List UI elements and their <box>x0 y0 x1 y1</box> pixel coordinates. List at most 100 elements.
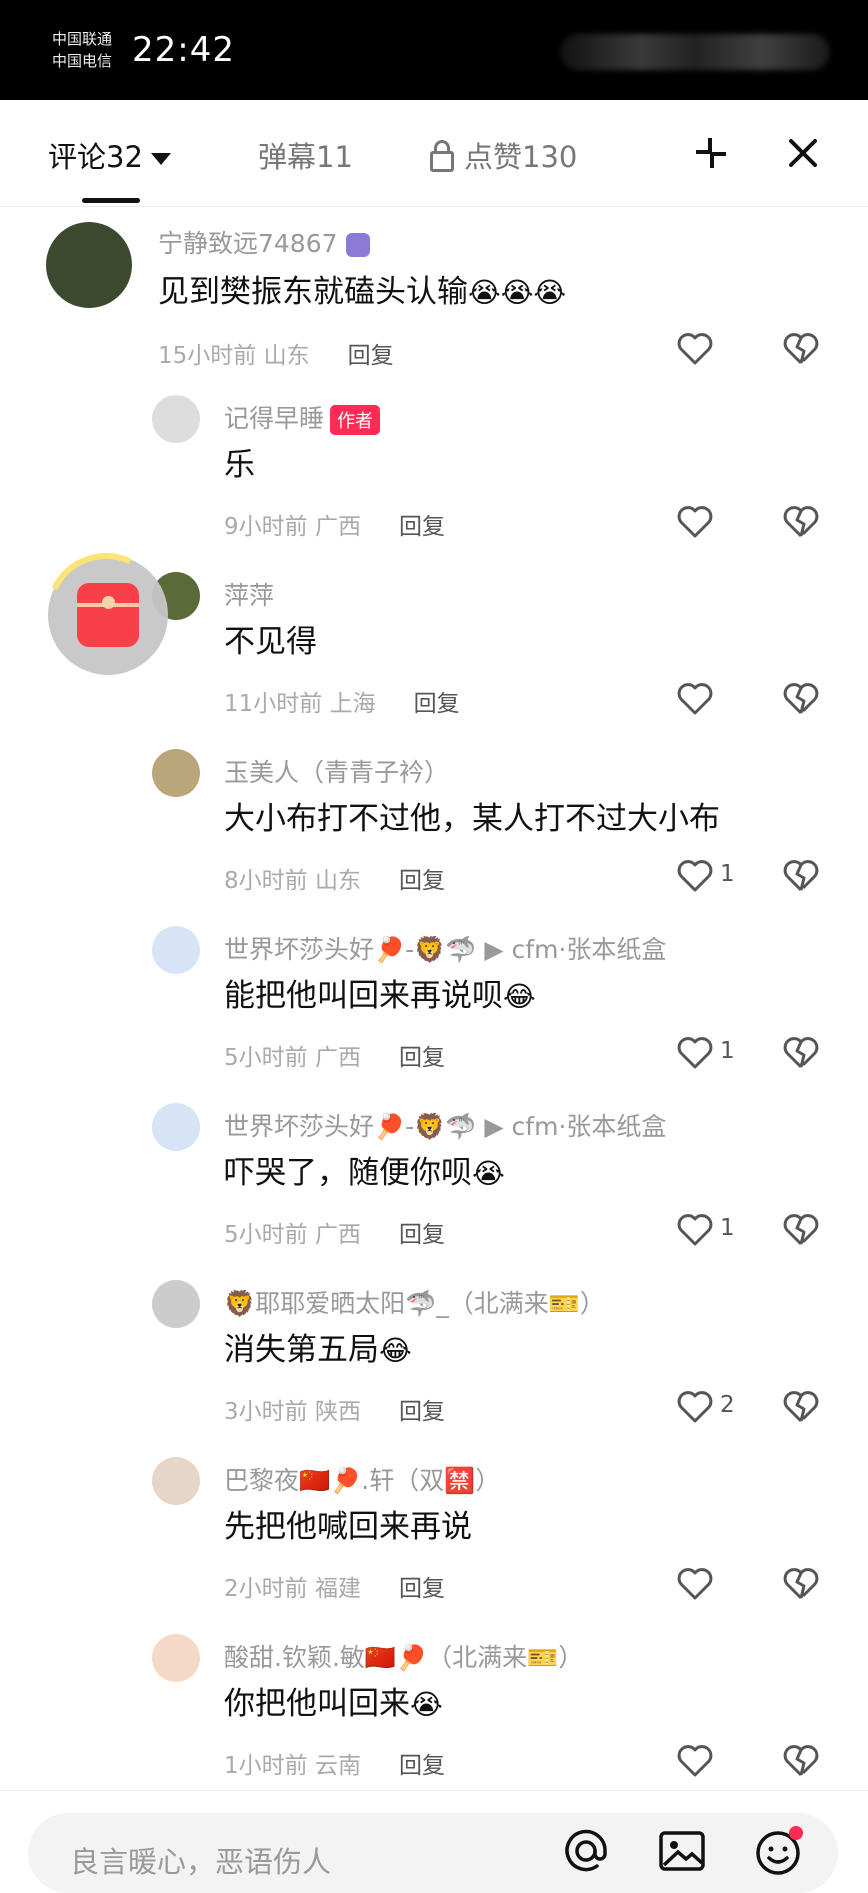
comment-location: 山东 <box>263 343 310 369</box>
avatar[interactable] <box>152 395 200 443</box>
avatar[interactable] <box>152 749 200 797</box>
reply-button[interactable]: 回复 <box>399 868 445 894</box>
heart-icon[interactable] <box>676 1211 714 1249</box>
red-packet-float-button[interactable] <box>29 536 183 690</box>
reply-item[interactable]: 世界坏莎头好🏓-🦁🦈 ▶ cfm·张本纸盒 吓哭了，随便你呗😭 5小时前 广西 回复 1 <box>0 1095 868 1272</box>
comment-emoji: 😂 <box>503 980 536 1013</box>
heart-icon[interactable] <box>676 330 714 368</box>
reply-item[interactable]: 🦁耶耶爱晒太阳🦈_（北满来🎫） 消失第五局😂 3小时前 陕西 回复 2 <box>0 1272 868 1449</box>
heart-icon[interactable] <box>676 1742 714 1780</box>
like-count: 1 <box>720 1038 735 1064</box>
broken-heart-icon[interactable] <box>782 1565 820 1603</box>
comment-meta: 5小时前 广西 回复 <box>224 1038 445 1072</box>
reply-button[interactable]: 回复 <box>399 514 445 540</box>
comment-username[interactable]: 宁静致远74867 <box>158 224 370 260</box>
tab-comments-label: 评论32 <box>48 140 143 174</box>
comment-meta: 9小时前 广西 回复 <box>224 507 445 541</box>
avatar[interactable] <box>152 926 200 974</box>
broken-heart-icon[interactable] <box>782 1034 820 1072</box>
reply-button[interactable]: 回复 <box>399 1576 445 1602</box>
comment-emoji: 😭 <box>410 1688 443 1721</box>
mention-icon[interactable] <box>560 1825 612 1877</box>
broken-heart-icon[interactable] <box>782 503 820 541</box>
comment-emoji: 😭 <box>472 1157 505 1190</box>
reply-button[interactable]: 回复 <box>348 343 394 369</box>
reply-button[interactable]: 回复 <box>414 691 460 717</box>
username-text: 玉美人（青青子衿） <box>224 758 450 787</box>
username-text: 宁静致远74867 <box>158 229 338 258</box>
reply-button[interactable]: 回复 <box>399 1399 445 1425</box>
coin-icon <box>102 596 115 609</box>
tab-comments[interactable]: 评论32 <box>48 134 171 176</box>
heart-icon[interactable] <box>676 857 714 895</box>
close-icon[interactable] <box>778 128 828 178</box>
reply-item[interactable]: 巴黎夜🇨🇳🏓.轩（双🈲） 先把他喊回来再说 2小时前 福建 回复 <box>0 1449 868 1626</box>
comment-meta: 3小时前 陕西 回复 <box>224 1392 445 1426</box>
avatar[interactable] <box>152 1457 200 1505</box>
avatar[interactable] <box>152 1103 200 1151</box>
comment-location: 广西 <box>314 1045 361 1071</box>
comment-body: 大小布打不过他，某人打不过大小布 <box>224 801 720 837</box>
broken-heart-icon[interactable] <box>782 1211 820 1249</box>
comment-username[interactable]: 玉美人（青青子衿） <box>224 753 449 789</box>
avatar[interactable] <box>152 1634 200 1682</box>
reply-button[interactable]: 回复 <box>399 1222 445 1248</box>
comment-username[interactable]: 萍萍 <box>224 576 274 612</box>
comment-text: 消失第五局😂 <box>224 1324 412 1369</box>
broken-heart-icon[interactable] <box>782 330 820 368</box>
heart-icon[interactable] <box>676 1565 714 1603</box>
comment-time: 1小时前 <box>224 1753 308 1779</box>
heart-icon[interactable] <box>676 1034 714 1072</box>
comment-body: 乐 <box>224 447 255 483</box>
emoji-icon[interactable] <box>752 1825 804 1877</box>
reply-button[interactable]: 回复 <box>399 1753 445 1779</box>
active-tab-indicator <box>82 198 140 203</box>
collapse-icon[interactable] <box>686 128 736 178</box>
heart-icon[interactable] <box>676 503 714 541</box>
tab-danmaku-label: 弹幕11 <box>258 140 353 174</box>
username-text: 酸甜.钦颖.敏🇨🇳🏓（北满来🎫） <box>224 1643 584 1672</box>
comment-body: 消失第五局 <box>224 1332 379 1368</box>
comment-username[interactable]: 世界坏莎头好🏓-🦁🦈 ▶ cfm·张本纸盒 <box>224 1107 666 1143</box>
reply-item[interactable]: 酸甜.钦颖.敏🇨🇳🏓（北满来🎫） 你把他叫回来😭 1小时前 云南 回复 <box>0 1626 868 1803</box>
comment-time: 3小时前 <box>224 1399 308 1425</box>
username-text: 世界坏莎头好🏓-🦁🦈 ▶ cfm·张本纸盒 <box>224 1112 667 1141</box>
comment-username[interactable]: 记得早睡 作者 <box>224 399 381 435</box>
comment-location: 广西 <box>314 514 361 540</box>
broken-heart-icon[interactable] <box>782 1742 820 1780</box>
comment-item[interactable]: 宁静致远74867 见到樊振东就磕头认输😭😭😭 15小时前 山东 回复 <box>0 210 868 387</box>
comment-body: 你把他叫回来 <box>224 1686 410 1722</box>
comment-text: 吓哭了，随便你呗😭 <box>224 1147 505 1192</box>
comment-location: 上海 <box>329 691 376 717</box>
tab-likes[interactable]: 点赞130 <box>430 134 577 176</box>
like-count: 2 <box>720 1392 735 1418</box>
comment-emoji: 😂 <box>379 1334 412 1367</box>
comment-body: 吓哭了，随便你呗 <box>224 1155 472 1191</box>
avatar[interactable] <box>152 1280 200 1328</box>
comment-body: 能把他叫回来再说呗 <box>224 978 503 1014</box>
reply-item[interactable]: 玉美人（青青子衿） 大小布打不过他，某人打不过大小布 8小时前 山东 回复 1 <box>0 741 868 918</box>
username-text: 🦁耶耶爱晒太阳🦈_（北满来🎫） <box>224 1289 605 1318</box>
heart-icon[interactable] <box>676 680 714 718</box>
lock-icon <box>430 139 454 172</box>
comment-username[interactable]: 世界坏莎头好🏓-🦁🦈 ▶ cfm·张本纸盒 <box>224 930 666 966</box>
comment-text: 乐 <box>224 439 255 484</box>
comment-time: 15小时前 <box>158 343 257 369</box>
broken-heart-icon[interactable] <box>782 680 820 718</box>
comment-username[interactable]: 酸甜.钦颖.敏🇨🇳🏓（北满来🎫） <box>224 1638 583 1674</box>
comment-username[interactable]: 🦁耶耶爱晒太阳🦈_（北满来🎫） <box>224 1284 605 1320</box>
broken-heart-icon[interactable] <box>782 857 820 895</box>
avatar[interactable] <box>46 222 132 308</box>
image-icon[interactable] <box>656 1825 708 1877</box>
heart-icon[interactable] <box>676 1388 714 1426</box>
clock: 22:42 <box>132 30 235 70</box>
reply-item[interactable]: 记得早睡 作者乐 9小时前 广西 回复 <box>0 387 868 564</box>
comment-time: 5小时前 <box>224 1045 308 1071</box>
tab-danmaku[interactable]: 弹幕11 <box>258 134 353 176</box>
comment-meta: 11小时前 上海 回复 <box>224 684 460 718</box>
reply-item[interactable]: 世界坏莎头好🏓-🦁🦈 ▶ cfm·张本纸盒 能把他叫回来再说呗😂 5小时前 广西 回复… <box>0 918 868 1095</box>
broken-heart-icon[interactable] <box>782 1388 820 1426</box>
comment-text: 大小布打不过他，某人打不过大小布 <box>224 793 720 838</box>
comment-username[interactable]: 巴黎夜🇨🇳🏓.轩（双🈲） <box>224 1461 500 1497</box>
reply-button[interactable]: 回复 <box>399 1045 445 1071</box>
